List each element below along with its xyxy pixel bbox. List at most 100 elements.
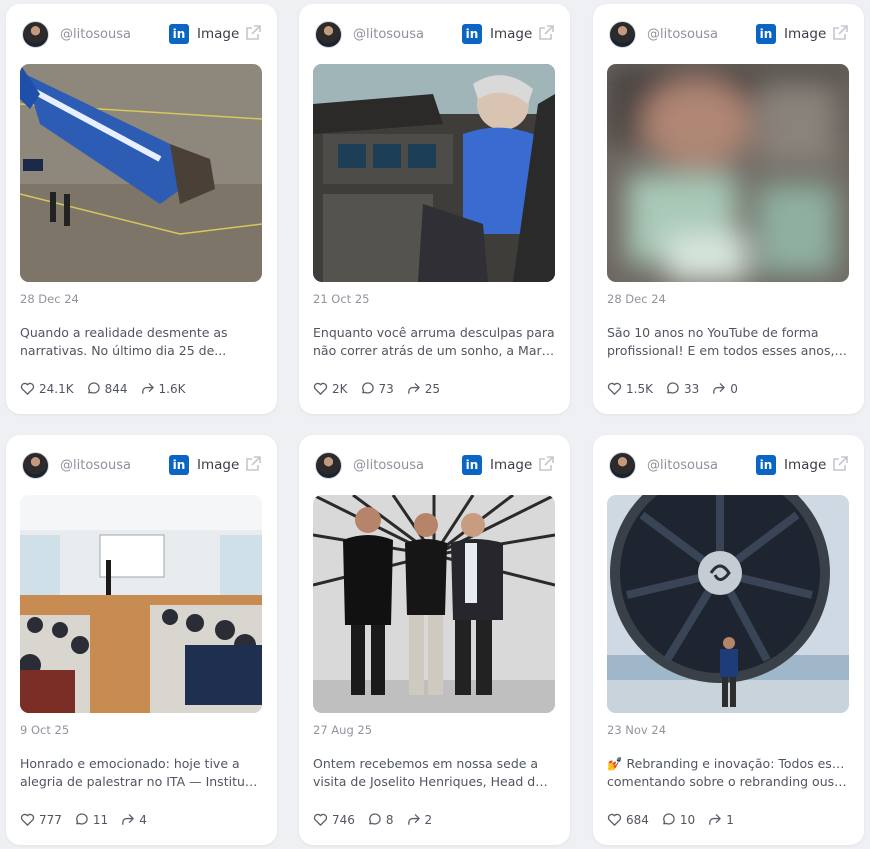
external-link-icon[interactable] [830, 454, 850, 474]
post-card[interactable]: @litosousa in Image 21 Oct 25 Enquanto v… [299, 4, 570, 414]
external-link-icon[interactable] [243, 23, 263, 43]
post-date: 21 Oct 25 [313, 292, 370, 306]
external-link-icon[interactable] [243, 454, 263, 474]
post-image[interactable] [607, 64, 849, 282]
engagement-stats: 1.5K 33 0 [607, 381, 750, 396]
heart-icon [313, 382, 328, 395]
likes-stat: 24.1K [20, 381, 74, 396]
author-handle: @litosousa [647, 458, 718, 473]
shares-count: 1.6K [158, 381, 186, 396]
post-date: 28 Dec 24 [607, 292, 666, 306]
post-date: 23 Nov 24 [607, 723, 667, 737]
post-image[interactable] [313, 64, 555, 282]
avatar [315, 21, 342, 48]
author-handle: @litosousa [647, 27, 718, 42]
post-image[interactable] [20, 495, 262, 713]
engagement-stats: 24.1K 844 1.6K [20, 381, 197, 396]
likes-stat: 1.5K [607, 381, 653, 396]
post-header: @litosousa in Image [315, 452, 556, 482]
post-type-label: Image [490, 26, 533, 42]
comments-count: 33 [683, 381, 700, 396]
post-card[interactable]: @litosousa in Image 28 Dec 24 Quando a r… [6, 4, 277, 414]
post-text: Ontem recebemos em nossa sede a visita d… [313, 755, 555, 791]
comment-icon [76, 813, 88, 825]
shares-stat: 0 [711, 381, 738, 396]
engagement-stats: 746 8 2 [313, 812, 444, 827]
likes-count: 1.5K [626, 381, 653, 396]
comments-stat: 11 [74, 812, 108, 827]
author-handle: @litosousa [353, 27, 424, 42]
post-image[interactable] [607, 495, 849, 713]
engagement-stats: 2K 73 25 [313, 381, 452, 396]
post-image[interactable] [313, 495, 555, 713]
post-text-line: Enquanto você arruma desculpas para [313, 325, 555, 340]
external-link-icon[interactable] [830, 23, 850, 43]
shares-stat: 25 [406, 381, 440, 396]
comment-icon [369, 813, 381, 825]
comment-icon [667, 382, 679, 394]
linkedin-icon: in [169, 455, 189, 475]
shares-stat: 1 [707, 812, 734, 827]
post-text-line: narrativas. No último dia 25 de... [20, 343, 227, 358]
post-text-line: Ontem recebemos em nossa sede a [313, 756, 539, 771]
post-text-line: alegria de palestrar no ITA — Instituto.… [20, 774, 262, 789]
comments-stat: 8 [367, 812, 394, 827]
comments-count: 844 [104, 381, 128, 396]
share-icon [141, 383, 154, 394]
post-text-line: visita de Joselito Henriques, Head do P&… [313, 774, 555, 789]
post-image[interactable] [20, 64, 262, 282]
linkedin-icon: in [756, 455, 776, 475]
post-date: 28 Dec 24 [20, 292, 79, 306]
post-header: @litosousa in Image [22, 21, 263, 51]
author-handle: @litosousa [353, 458, 424, 473]
heart-icon [313, 813, 328, 826]
likes-count: 777 [39, 812, 62, 827]
linkedin-icon: in [756, 24, 776, 44]
post-text: Enquanto você arruma desculpas para não … [313, 324, 555, 360]
author-handle: @litosousa [60, 458, 131, 473]
shares-stat: 2 [406, 812, 433, 827]
comments-stat: 844 [86, 381, 128, 396]
post-date: 9 Oct 25 [20, 723, 70, 737]
shares-count: 0 [730, 381, 738, 396]
likes-stat: 684 [607, 812, 649, 827]
post-text: São 10 anos no YouTube de forma profissi… [607, 324, 849, 360]
likes-count: 2K [332, 381, 348, 396]
comments-count: 10 [679, 812, 696, 827]
external-link-icon[interactable] [536, 454, 556, 474]
post-text-line: São 10 anos no YouTube de forma [607, 325, 819, 340]
likes-stat: 777 [20, 812, 62, 827]
post-header: @litosousa in Image [609, 21, 850, 51]
avatar [609, 452, 636, 479]
comments-count: 73 [378, 381, 394, 396]
likes-stat: 2K [313, 381, 348, 396]
shares-count: 25 [424, 381, 441, 396]
post-card[interactable]: @litosousa in Image 28 Dec 24 São 10 ano… [593, 4, 864, 414]
post-card[interactable]: @litosousa in Image 23 Nov 24 💅 Rebrandi… [593, 435, 864, 845]
comment-icon [361, 382, 374, 394]
likes-stat: 746 [313, 812, 355, 827]
linkedin-icon: in [462, 24, 482, 44]
post-text-line: não correr atrás de um sonho, a Mari,... [313, 343, 555, 358]
comments-count: 11 [92, 812, 109, 827]
shares-count: 2 [424, 812, 433, 827]
engagement-stats: 684 10 1 [607, 812, 746, 827]
post-text-line: profissional! E em todos esses anos, se.… [607, 343, 849, 358]
post-header: @litosousa in Image [315, 21, 556, 51]
post-card[interactable]: @litosousa in Image 27 Aug 25 Ontem rece… [299, 435, 570, 845]
linkedin-icon: in [169, 24, 189, 44]
comments-stat: 33 [665, 381, 699, 396]
external-link-icon[interactable] [536, 23, 556, 43]
shares-stat: 4 [120, 812, 147, 827]
shares-count: 4 [139, 812, 147, 827]
likes-count: 684 [626, 812, 649, 827]
likes-count: 24.1K [39, 381, 74, 396]
shares-count: 1 [726, 812, 734, 827]
share-icon [407, 383, 420, 394]
heart-icon [20, 382, 35, 395]
post-text-line: comentando sobre o rebranding ousad... [607, 774, 849, 789]
post-type-label: Image [490, 457, 533, 473]
post-type-label: Image [197, 26, 240, 42]
post-card[interactable]: @litosousa in Image 9 Oct 25 Honrado e e… [6, 435, 277, 845]
post-type-label: Image [197, 457, 240, 473]
